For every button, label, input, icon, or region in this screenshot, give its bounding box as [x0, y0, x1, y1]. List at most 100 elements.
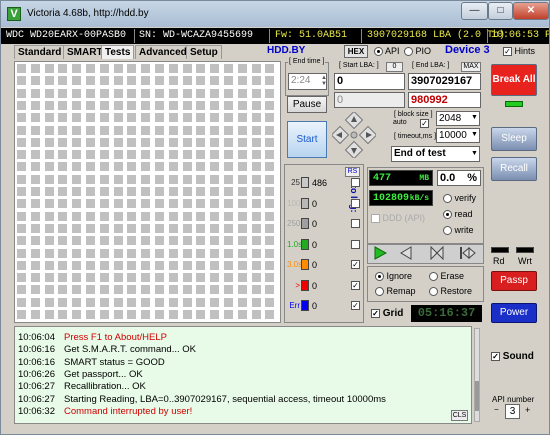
stat-log-checkbox[interactable]: ✓	[351, 280, 360, 290]
skip-icon[interactable]	[429, 245, 445, 262]
stat-log-checkbox[interactable]: ✓	[351, 260, 360, 269]
end-lba-field[interactable]: 3907029167	[408, 73, 481, 90]
hex-button[interactable]: HEX	[344, 45, 368, 58]
play-icon[interactable]	[373, 246, 388, 262]
max-button[interactable]: MAX	[461, 62, 481, 72]
scan-block	[237, 236, 247, 246]
start-button[interactable]: Start	[287, 121, 327, 158]
api-radio-dot[interactable]	[374, 47, 383, 57]
sound-checkbox[interactable]: ✓ Sound	[491, 351, 534, 362]
verify-radio[interactable]: verify	[443, 193, 476, 204]
timeout-dropdown-icon[interactable]: ▼	[471, 131, 478, 138]
recall-button[interactable]: Recall	[491, 157, 537, 181]
remap-radio-dot[interactable]	[375, 287, 384, 297]
write-radio-dot[interactable]	[443, 226, 452, 236]
scan-block	[86, 162, 95, 172]
clear-log-button[interactable]: CLS	[451, 410, 468, 421]
hints-check[interactable]: ✓	[503, 47, 512, 57]
block-auto-check[interactable]: ✓	[420, 119, 429, 129]
log-message: SMART status = GOOD	[64, 356, 165, 368]
stat-color-swatch	[301, 279, 309, 291]
tab-setup[interactable]: Setup	[186, 45, 222, 59]
event-log: 10:06:04 Press F1 to About/HELP 10:06:16 Ge…	[14, 326, 472, 424]
api-number-field[interactable]: 3	[505, 404, 520, 419]
scan-block	[210, 187, 220, 196]
end-time-spinner-icon[interactable]: ▲ ▼	[321, 75, 327, 87]
ignore-radio[interactable]: Ignore	[375, 271, 412, 282]
back-icon[interactable]	[399, 246, 413, 262]
scan-block	[99, 199, 109, 209]
block-size-dropdown-icon[interactable]: ▼	[471, 114, 478, 121]
scan-block	[182, 273, 192, 283]
end-action-dropdown-icon[interactable]: ▼	[471, 150, 478, 157]
scan-block	[251, 162, 261, 172]
passp-button[interactable]: Passp	[491, 271, 537, 291]
api-number-decrement[interactable]: −	[494, 405, 499, 414]
verify-radio-dot[interactable]	[443, 194, 452, 204]
drive-lba-count: 3907029168 LBA (2.0 Tb)	[367, 30, 506, 41]
start-lba-field[interactable]: 0	[334, 73, 405, 90]
tab-standard[interactable]: Standard	[14, 45, 66, 59]
scan-block	[72, 174, 82, 184]
close-button[interactable]: ✕	[513, 2, 549, 20]
scan-block	[237, 125, 247, 135]
scan-block	[127, 113, 137, 123]
end-action-select[interactable]: End of test	[391, 146, 480, 162]
app-icon: V	[7, 7, 21, 21]
sleep-button[interactable]: Sleep	[491, 127, 537, 151]
read-radio-dot[interactable]	[443, 210, 452, 220]
hints-checkbox[interactable]: ✓ Hints	[503, 46, 535, 57]
tab-tests[interactable]: Tests	[101, 45, 135, 59]
pause-button[interactable]: Pause	[287, 96, 327, 113]
scan-block	[44, 137, 54, 147]
ignore-radio-dot[interactable]	[375, 272, 384, 282]
scan-block	[251, 223, 261, 233]
direction-pad[interactable]	[330, 110, 378, 160]
restore-radio[interactable]: Restore	[429, 286, 472, 297]
erase-radio[interactable]: Erase	[429, 271, 464, 282]
block-auto-checkbox[interactable]: ✓	[420, 118, 429, 129]
scan-block	[72, 150, 82, 160]
api-number-increment[interactable]: +	[525, 405, 530, 415]
scan-block	[99, 162, 109, 172]
start-lba-reset[interactable]: 0	[386, 62, 403, 72]
grid-check[interactable]: ✓	[371, 308, 380, 318]
restore-radio-dot[interactable]	[429, 287, 438, 297]
stat-label: 25	[291, 178, 300, 187]
scan-block	[86, 113, 95, 123]
scan-block	[224, 199, 233, 209]
pio-radio-dot[interactable]	[404, 47, 413, 57]
scan-block	[196, 113, 206, 123]
ddd-check[interactable]	[371, 214, 380, 224]
log-scrollbar[interactable]	[474, 328, 480, 422]
stat-log-checkbox[interactable]: ✓	[351, 301, 360, 310]
device-label[interactable]: Device 3	[445, 44, 490, 56]
end-icon[interactable]	[459, 246, 477, 262]
stat-log-checkbox[interactable]	[351, 178, 360, 187]
scan-block	[58, 88, 68, 98]
tab-advanced[interactable]: Advanced	[135, 45, 191, 59]
sound-check[interactable]: ✓	[491, 351, 500, 361]
pio-radio[interactable]: PIO	[404, 46, 431, 57]
write-radio[interactable]: write	[443, 225, 474, 236]
remap-radio[interactable]: Remap	[375, 286, 416, 297]
wrt-led	[516, 247, 534, 253]
scan-block	[86, 150, 95, 160]
maximize-button[interactable]: □	[488, 2, 513, 20]
stat-log-checkbox[interactable]	[351, 239, 360, 249]
grid-checkbox[interactable]: ✓ Grid	[371, 308, 403, 319]
power-button[interactable]: Power	[491, 303, 537, 323]
break-all-button[interactable]: Break All	[491, 64, 537, 96]
reset-stats-button[interactable]: RS	[345, 167, 360, 177]
ddd-api-checkbox[interactable]: DDD (API)	[371, 213, 425, 224]
stat-log-checkbox[interactable]	[351, 198, 360, 208]
api-radio[interactable]: API	[374, 46, 400, 57]
scan-block	[237, 187, 247, 196]
scan-block	[155, 187, 164, 196]
stat-log-checkbox[interactable]	[351, 219, 360, 228]
site-link[interactable]: HDD.BY	[267, 45, 305, 56]
scan-block	[58, 199, 68, 209]
erase-radio-dot[interactable]	[429, 272, 438, 282]
minimize-button[interactable]: —	[461, 2, 488, 20]
read-radio[interactable]: read	[443, 209, 473, 220]
